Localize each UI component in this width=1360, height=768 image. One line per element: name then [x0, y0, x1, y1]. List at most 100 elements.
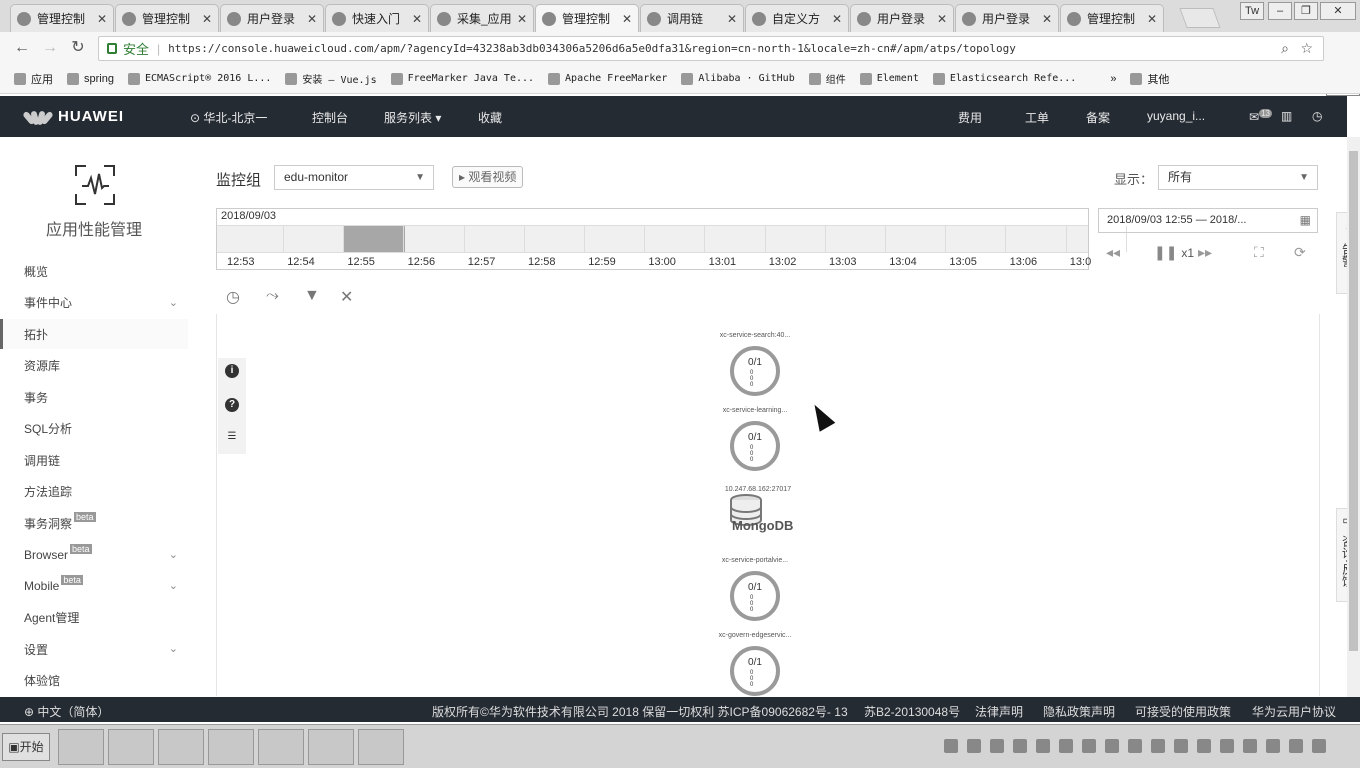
close-tab-icon[interactable]: ✕: [622, 12, 632, 26]
tray-icon[interactable]: [1197, 739, 1211, 753]
region-selector[interactable]: ⊙ 华北-北京一: [190, 109, 267, 126]
nav-tickets[interactable]: 工单: [1025, 109, 1049, 126]
taskbar-app-chrome[interactable]: [108, 729, 154, 765]
bookmark-item[interactable]: 组件: [808, 71, 846, 86]
sidebar-item[interactable]: 概览: [0, 256, 188, 286]
history-icon[interactable]: ◷: [226, 287, 240, 307]
timeline[interactable]: 2018/09/03 12:53 12:54 12:55 12:56 12:57 12:5…: [216, 208, 1127, 270]
service-node[interactable]: xc-govern-edgeservic... 0/1 0 0 0: [705, 632, 805, 696]
nav-favorites[interactable]: 收藏: [478, 109, 502, 126]
tray-icon[interactable]: [1312, 739, 1326, 753]
new-tab-button[interactable]: [1179, 8, 1221, 28]
close-tab-icon[interactable]: ✕: [202, 12, 212, 26]
tray-icon[interactable]: [1289, 739, 1303, 753]
footer-link-agreement[interactable]: 华为云用户协议: [1252, 703, 1336, 720]
browser-tab[interactable]: 管理控制 ✕: [115, 4, 219, 32]
page-scrollbar[interactable]: [1347, 137, 1360, 697]
huawei-logo[interactable]: HUAWEI: [22, 105, 124, 127]
close-tab-icon[interactable]: ✕: [1042, 12, 1052, 26]
sidebar-item[interactable]: 方法追踪: [0, 477, 188, 507]
taskbar-app-7[interactable]: [358, 729, 404, 765]
tray-icon[interactable]: [1151, 739, 1165, 753]
close-tab-icon[interactable]: ✕: [1147, 12, 1157, 26]
sidebar-item[interactable]: 调用链: [0, 445, 188, 475]
info-icon[interactable]: i: [225, 364, 239, 378]
forward-icon[interactable]: ▸▸: [1198, 244, 1212, 261]
settings-sliders-icon[interactable]: ☰: [225, 430, 239, 444]
nav-billing[interactable]: 费用: [958, 109, 982, 126]
taskbar-app-typora[interactable]: [308, 729, 354, 765]
tray-icon[interactable]: [1243, 739, 1257, 753]
close-window-button[interactable]: ✕: [1320, 2, 1356, 20]
close-tab-icon[interactable]: ✕: [937, 12, 947, 26]
tray-icon[interactable]: [1266, 739, 1280, 753]
nav-console[interactable]: 控制台: [312, 109, 348, 126]
browser-tab[interactable]: 采集_应用 ✕: [430, 4, 534, 32]
browser-tab[interactable]: 管理控制 ✕: [535, 4, 639, 32]
browser-tab[interactable]: 用户登录 ✕: [955, 4, 1059, 32]
footer-link-policy[interactable]: 可接受的使用政策: [1135, 703, 1231, 720]
forward-icon[interactable]: →: [40, 38, 60, 58]
refresh-icon[interactable]: ⟳: [1294, 244, 1306, 261]
taskbar-app-4[interactable]: [208, 729, 254, 765]
trend-icon[interactable]: ⤳: [266, 287, 279, 305]
bookmark-item[interactable]: 安装 — Vue.js: [285, 71, 377, 86]
tray-icon[interactable]: [967, 739, 981, 753]
browser-tab[interactable]: 自定义方 ✕: [745, 4, 849, 32]
back-icon[interactable]: ←: [12, 38, 32, 58]
service-node[interactable]: xc-service-portalvie... 0/1 0 0 0: [705, 557, 805, 621]
start-button[interactable]: ▣开始: [2, 733, 50, 761]
language-selector[interactable]: ⊕ 中文（简体）: [24, 703, 109, 720]
mongodb-node[interactable]: 10.247.68.162:27017 MongoDB: [718, 486, 798, 546]
close-icon[interactable]: ✕: [340, 287, 353, 307]
footer-link-privacy[interactable]: 隐私政策声明: [1043, 703, 1115, 720]
browser-tab[interactable]: 调用链 ✕: [640, 4, 744, 32]
tray-icon[interactable]: [1059, 739, 1073, 753]
timeline-selection[interactable]: [344, 226, 405, 252]
browser-tab[interactable]: 用户登录 ✕: [850, 4, 954, 32]
sidebar-item[interactable]: 资源库: [0, 351, 188, 381]
sidebar-item[interactable]: SQL分析: [0, 414, 188, 444]
sidebar-item[interactable]: 事件中心 ⌄: [0, 288, 188, 318]
close-tab-icon[interactable]: ✕: [832, 12, 842, 26]
bookmark-item[interactable]: Element: [859, 72, 919, 85]
taskbar-app-idea[interactable]: [158, 729, 204, 765]
display-select[interactable]: 所有 ▼: [1158, 165, 1318, 190]
bookmark-item[interactable]: ECMAScript® 2016 L...: [127, 72, 271, 85]
browser-tab[interactable]: 管理控制 ✕: [10, 4, 114, 32]
tray-icon[interactable]: [1128, 739, 1142, 753]
group-select[interactable]: edu-monitor ▼: [274, 165, 434, 190]
rewind-icon[interactable]: ◂◂: [1106, 244, 1120, 261]
bookmarks-more-button[interactable]: »: [1110, 73, 1116, 85]
fullscreen-icon[interactable]: ⛶: [1254, 244, 1264, 261]
watch-video-button[interactable]: ▸ 观看视频: [452, 166, 524, 188]
close-tab-icon[interactable]: ✕: [727, 12, 737, 26]
footer-link-legal[interactable]: 法律声明: [975, 703, 1023, 720]
bookmark-item[interactable]: 应用: [14, 71, 53, 87]
sidebar-item[interactable]: 事务: [0, 382, 188, 412]
sidebar-item[interactable]: 体验馆: [0, 666, 188, 696]
bookmark-item[interactable]: Apache FreeMarker: [548, 72, 667, 85]
browser-tab[interactable]: 管理控制 ✕: [1060, 4, 1164, 32]
tray-icon[interactable]: [1082, 739, 1096, 753]
close-tab-icon[interactable]: ✕: [97, 12, 107, 26]
tray-icon[interactable]: [1174, 739, 1188, 753]
sidebar-item[interactable]: Browser beta ⌄: [0, 540, 188, 570]
sidebar-item[interactable]: 事务洞察 beta: [0, 508, 188, 538]
sidebar-item[interactable]: 拓扑: [0, 319, 188, 349]
help-icon[interactable]: ?: [225, 398, 239, 412]
close-tab-icon[interactable]: ✕: [517, 12, 527, 26]
tray-icon[interactable]: [990, 739, 1004, 753]
nav-services[interactable]: 服务列表 ▾: [384, 109, 441, 126]
star-icon[interactable]: ☆: [1300, 40, 1313, 57]
clock-icon[interactable]: ◷: [1312, 109, 1322, 123]
sidebar-item[interactable]: 设置 ⌄: [0, 634, 188, 664]
bookmark-item[interactable]: Alibaba · GitHub: [681, 72, 795, 85]
close-tab-icon[interactable]: ✕: [307, 12, 317, 26]
nav-filing[interactable]: 备案: [1086, 109, 1110, 126]
maximize-button[interactable]: ❐: [1294, 2, 1318, 20]
close-tab-icon[interactable]: ✕: [412, 12, 422, 26]
mail-icon[interactable]: ✉ 13: [1249, 109, 1272, 124]
other-bookmarks-folder[interactable]: 其他: [1130, 71, 1169, 87]
filter-icon[interactable]: ▼: [304, 287, 320, 305]
